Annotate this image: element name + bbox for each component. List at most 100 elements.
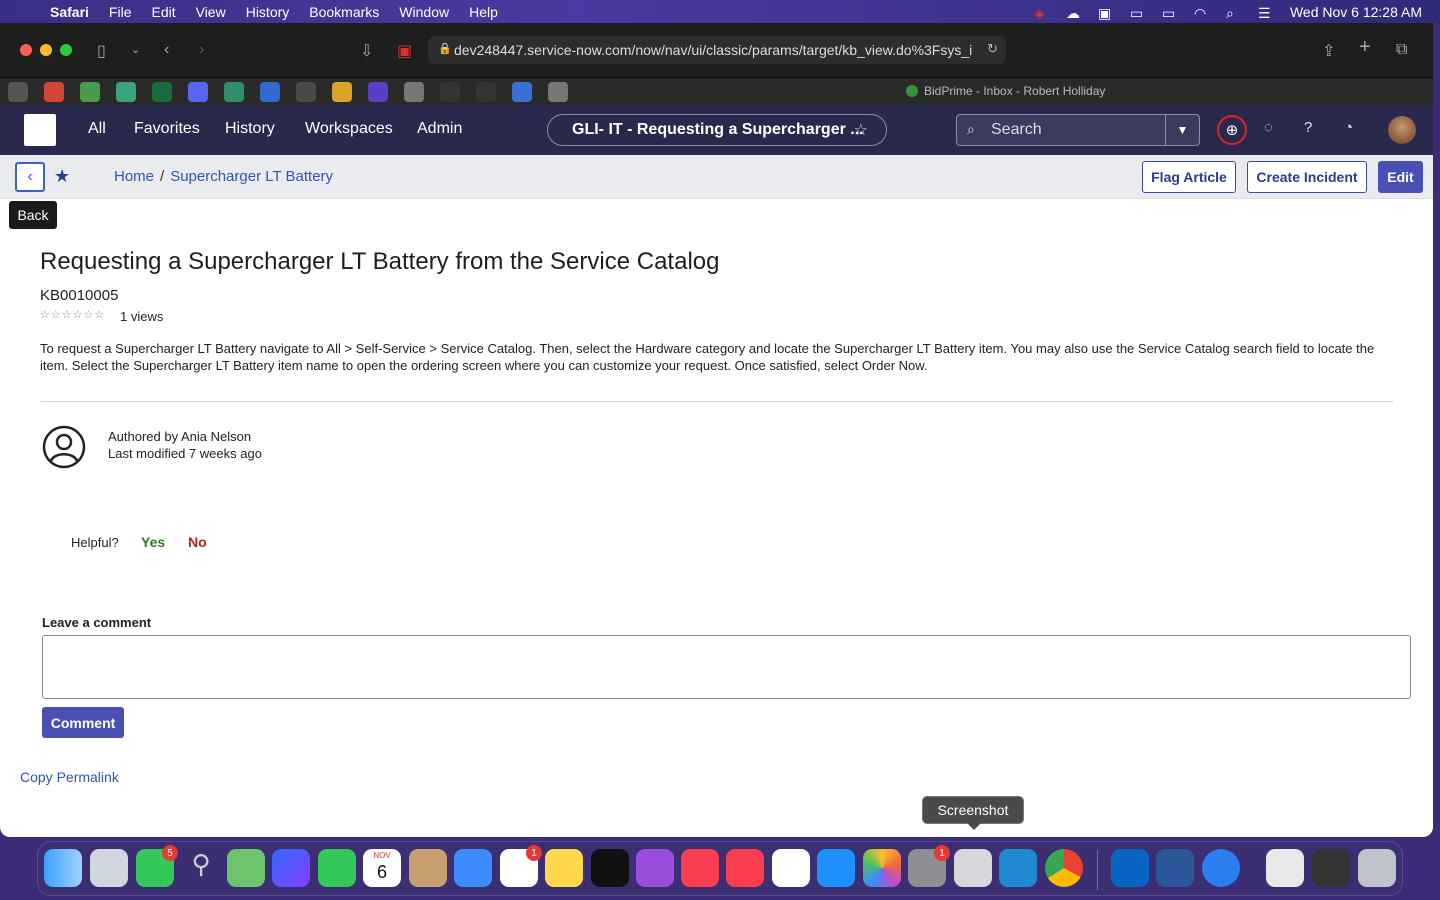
menu-window[interactable]: Window	[389, 4, 459, 20]
favorite-app-icon[interactable]	[224, 81, 244, 102]
comment-button[interactable]: Comment	[42, 707, 124, 738]
cloud-icon[interactable]: ☁	[1066, 5, 1084, 21]
favorite-docs-icon[interactable]	[512, 81, 532, 102]
chevron-down-icon[interactable]: ⌄	[131, 43, 140, 56]
music-icon[interactable]	[726, 849, 764, 887]
trash-icon[interactable]	[1358, 849, 1396, 887]
podcasts-icon[interactable]	[636, 849, 674, 887]
rocket-icon[interactable]: ⚲	[182, 849, 220, 887]
edit-button[interactable]: Edit	[1378, 161, 1423, 193]
favorite-w-icon[interactable]	[8, 81, 28, 102]
back-button[interactable]: ‹	[15, 162, 45, 192]
share-icon[interactable]: ⇪	[1322, 41, 1335, 61]
tab-overview-icon[interactable]: ⧉	[1396, 41, 1407, 59]
favorite-app-icon[interactable]	[80, 81, 100, 102]
extension-icon[interactable]: ▣	[397, 41, 412, 61]
mcafee-icon[interactable]: ◈	[1034, 5, 1052, 21]
favorite-app-icon[interactable]	[116, 81, 136, 102]
menu-bookmarks[interactable]: Bookmarks	[299, 4, 389, 20]
comment-textarea[interactable]	[42, 635, 1411, 699]
folder-stack-icon[interactable]	[1312, 849, 1350, 887]
download-icon[interactable]: ⇩	[360, 41, 373, 61]
maps-icon[interactable]	[227, 849, 265, 887]
document-stack-icon[interactable]	[1266, 849, 1304, 887]
flag-article-button[interactable]: Flag Article	[1142, 161, 1236, 193]
launchpad-icon[interactable]	[90, 849, 128, 887]
close-window-button[interactable]	[20, 44, 32, 56]
menu-history[interactable]: History	[236, 4, 300, 20]
tab-info[interactable]: BidPrime - Inbox - Robert Holliday	[906, 84, 1105, 98]
sidebar-icon[interactable]: ▯	[97, 41, 106, 61]
new-tab-icon[interactable]: +	[1359, 36, 1371, 59]
favorite-discord-icon[interactable]	[188, 81, 208, 102]
outlook-icon[interactable]: ▣	[1098, 5, 1116, 21]
favorite-github-icon[interactable]	[440, 81, 460, 102]
favorite-app-icon[interactable]	[368, 81, 388, 102]
word-icon[interactable]	[1156, 849, 1194, 887]
news-icon[interactable]	[681, 849, 719, 887]
notion-icon[interactable]	[772, 849, 810, 887]
finder-icon[interactable]	[44, 849, 82, 887]
battery-icon[interactable]: ▭	[1162, 5, 1180, 21]
favorite-star-icon[interactable]: ★	[54, 166, 70, 187]
favorite-app-icon[interactable]	[332, 81, 352, 102]
chrome-icon[interactable]	[1045, 849, 1083, 887]
menu-file[interactable]: File	[99, 4, 142, 20]
help-icon[interactable]: ?	[1304, 119, 1312, 136]
nav-workspaces[interactable]: Workspaces	[305, 120, 393, 138]
favorite-app-icon[interactable]	[404, 81, 424, 102]
star-icon[interactable]: ☆	[854, 120, 868, 140]
favorite-app-icon[interactable]	[260, 81, 280, 102]
avatar[interactable]	[1388, 116, 1416, 144]
context-title-pill[interactable]: GLI- IT - Requesting a Supercharger ... …	[547, 114, 887, 146]
nav-all[interactable]: All	[88, 120, 106, 138]
tv-icon[interactable]	[591, 849, 629, 887]
app-store-icon[interactable]	[817, 849, 855, 887]
copy-permalink-link[interactable]: Copy Permalink	[20, 769, 119, 785]
helpful-no-button[interactable]: No	[188, 534, 207, 550]
favorite-gmail-icon[interactable]	[44, 81, 64, 102]
breadcrumb-current[interactable]: Supercharger LT Battery	[170, 168, 333, 185]
photos-icon[interactable]	[863, 849, 901, 887]
breadcrumb-home[interactable]: Home	[114, 168, 154, 185]
menu-edit[interactable]: Edit	[141, 4, 185, 20]
minimize-window-button[interactable]	[40, 44, 52, 56]
favorite-app-icon[interactable]	[296, 81, 316, 102]
bell-icon[interactable]: ◔	[1344, 119, 1353, 136]
favorite-github-icon[interactable]	[476, 81, 496, 102]
nav-favorites[interactable]: Favorites	[134, 120, 200, 138]
nav-admin[interactable]: Admin	[417, 120, 462, 138]
clock[interactable]: Wed Nov 6 12:28 AM	[1290, 4, 1422, 20]
create-incident-button[interactable]: Create Incident	[1247, 161, 1367, 193]
address-bar[interactable]: 🔒 dev248447.service-now.com/now/nav/ui/c…	[428, 36, 1006, 64]
messages-icon[interactable]: 5	[136, 845, 178, 887]
mail-icon[interactable]	[454, 849, 492, 887]
settings-icon[interactable]: 1	[908, 845, 950, 887]
menu-view[interactable]: View	[186, 4, 236, 20]
reload-icon[interactable]: ↻	[987, 41, 998, 57]
safari-icon[interactable]	[1202, 849, 1240, 887]
company-logo[interactable]	[24, 114, 56, 146]
screenshot-icon[interactable]	[954, 849, 992, 887]
vscode-icon[interactable]	[999, 849, 1037, 887]
control-center-icon[interactable]: ☰	[1258, 5, 1276, 21]
search-dropdown-icon[interactable]: ▼	[1165, 115, 1199, 145]
facetime-icon[interactable]	[318, 849, 356, 887]
chat-icon[interactable]: ◌	[1264, 119, 1273, 136]
notes-icon[interactable]	[545, 849, 583, 887]
rating-stars[interactable]: ☆☆☆☆☆☆	[40, 308, 105, 321]
spotlight-icon[interactable]: ⌕	[1226, 5, 1244, 21]
contacts-icon[interactable]	[409, 849, 447, 887]
back-nav-icon[interactable]: ‹	[164, 41, 169, 59]
global-search[interactable]: ⌕ Search ▼	[956, 114, 1200, 146]
nav-history[interactable]: History	[225, 120, 275, 138]
calendar-icon[interactable]: NOV 6	[363, 849, 401, 887]
wifi-icon[interactable]: ◠	[1194, 5, 1212, 21]
forward-nav-icon[interactable]: ›	[199, 41, 204, 59]
screen-mirror-icon[interactable]: ▭	[1130, 5, 1148, 21]
prism-icon[interactable]	[272, 849, 310, 887]
zoom-window-button[interactable]	[60, 44, 72, 56]
favorite-app-icon[interactable]	[548, 81, 568, 102]
helpful-yes-button[interactable]: Yes	[141, 534, 165, 550]
favorite-app-icon[interactable]	[152, 81, 172, 102]
